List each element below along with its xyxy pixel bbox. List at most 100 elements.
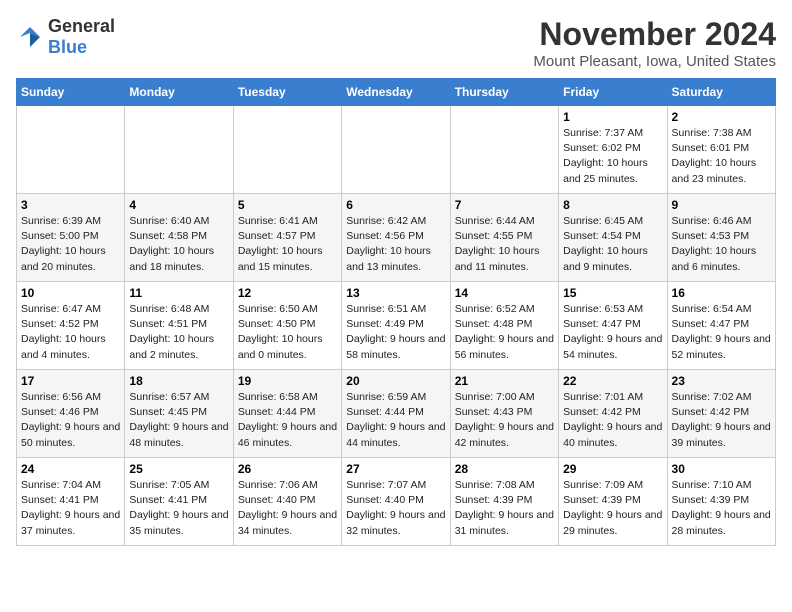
- calendar-cell: 13 Sunrise: 6:51 AM Sunset: 4:49 PM Dayli…: [342, 282, 450, 370]
- logo-text-general: General: [48, 16, 115, 36]
- calendar-cell: 28 Sunrise: 7:08 AM Sunset: 4:39 PM Dayli…: [450, 458, 558, 546]
- weekday-header-monday: Monday: [125, 79, 233, 106]
- calendar-cell: 29 Sunrise: 7:09 AM Sunset: 4:39 PM Dayli…: [559, 458, 667, 546]
- day-info: Sunrise: 7:05 AM Sunset: 4:41 PM Dayligh…: [129, 478, 228, 539]
- week-row-2: 3 Sunrise: 6:39 AM Sunset: 5:00 PM Daylig…: [17, 194, 776, 282]
- day-number: 25: [129, 462, 228, 476]
- day-number: 3: [21, 198, 120, 212]
- calendar-cell: 30 Sunrise: 7:10 AM Sunset: 4:39 PM Dayli…: [667, 458, 775, 546]
- title-area: November 2024 Mount Pleasant, Iowa, Unit…: [533, 16, 776, 70]
- weekday-header-friday: Friday: [559, 79, 667, 106]
- day-info: Sunrise: 7:37 AM Sunset: 6:02 PM Dayligh…: [563, 126, 662, 187]
- logo-text-blue: Blue: [48, 37, 87, 57]
- day-info: Sunrise: 6:39 AM Sunset: 5:00 PM Dayligh…: [21, 214, 120, 275]
- day-info: Sunrise: 6:57 AM Sunset: 4:45 PM Dayligh…: [129, 390, 228, 451]
- calendar-cell: 19Sunrise: 6:58 AM Sunset: 4:44 PM Dayli…: [233, 370, 341, 458]
- day-info: Sunrise: 6:41 AM Sunset: 4:57 PM Dayligh…: [238, 214, 337, 275]
- calendar-cell: 16Sunrise: 6:54 AM Sunset: 4:47 PM Dayli…: [667, 282, 775, 370]
- calendar-cell: 2Sunrise: 7:38 AM Sunset: 6:01 PM Daylig…: [667, 106, 775, 194]
- day-info: Sunrise: 6:51 AM Sunset: 4:49 PM Dayligh…: [346, 302, 445, 363]
- calendar-cell: 23 Sunrise: 7:02 AM Sunset: 4:42 PM Dayli…: [667, 370, 775, 458]
- calendar-cell: 14 Sunrise: 6:52 AM Sunset: 4:48 PM Dayli…: [450, 282, 558, 370]
- day-info: Sunrise: 6:45 AM Sunset: 4:54 PM Dayligh…: [563, 214, 662, 275]
- logo: General Blue: [16, 16, 115, 58]
- week-row-1: 1 Sunrise: 7:37 AM Sunset: 6:02 PM Daylig…: [17, 106, 776, 194]
- calendar-cell: 25 Sunrise: 7:05 AM Sunset: 4:41 PM Dayli…: [125, 458, 233, 546]
- calendar-cell: [17, 106, 125, 194]
- day-number: 7: [455, 198, 554, 212]
- day-number: 30: [672, 462, 771, 476]
- day-number: 27: [346, 462, 445, 476]
- day-number: 13: [346, 286, 445, 300]
- weekday-header-sunday: Sunday: [17, 79, 125, 106]
- calendar-cell: 9 Sunrise: 6:46 AM Sunset: 4:53 PM Daylig…: [667, 194, 775, 282]
- calendar-cell: 7 Sunrise: 6:44 AM Sunset: 4:55 PM Daylig…: [450, 194, 558, 282]
- calendar-cell: 11Sunrise: 6:48 AM Sunset: 4:51 PM Dayli…: [125, 282, 233, 370]
- calendar-table: SundayMondayTuesdayWednesdayThursdayFrid…: [16, 78, 776, 546]
- day-info: Sunrise: 6:44 AM Sunset: 4:55 PM Dayligh…: [455, 214, 554, 275]
- day-info: Sunrise: 6:52 AM Sunset: 4:48 PM Dayligh…: [455, 302, 554, 363]
- calendar-cell: 4 Sunrise: 6:40 AM Sunset: 4:58 PM Daylig…: [125, 194, 233, 282]
- day-number: 28: [455, 462, 554, 476]
- calendar-cell: 22Sunrise: 7:01 AM Sunset: 4:42 PM Dayli…: [559, 370, 667, 458]
- weekday-header-wednesday: Wednesday: [342, 79, 450, 106]
- day-info: Sunrise: 6:54 AM Sunset: 4:47 PM Dayligh…: [672, 302, 771, 363]
- calendar-cell: 10 Sunrise: 6:47 AM Sunset: 4:52 PM Dayli…: [17, 282, 125, 370]
- day-info: Sunrise: 7:09 AM Sunset: 4:39 PM Dayligh…: [563, 478, 662, 539]
- day-info: Sunrise: 7:07 AM Sunset: 4:40 PM Dayligh…: [346, 478, 445, 539]
- day-info: Sunrise: 6:46 AM Sunset: 4:53 PM Dayligh…: [672, 214, 771, 275]
- day-number: 26: [238, 462, 337, 476]
- day-number: 24: [21, 462, 120, 476]
- calendar-cell: 3 Sunrise: 6:39 AM Sunset: 5:00 PM Daylig…: [17, 194, 125, 282]
- calendar-cell: 24Sunrise: 7:04 AM Sunset: 4:41 PM Dayli…: [17, 458, 125, 546]
- day-number: 9: [672, 198, 771, 212]
- calendar-cell: 20Sunrise: 6:59 AM Sunset: 4:44 PM Dayli…: [342, 370, 450, 458]
- day-info: Sunrise: 6:40 AM Sunset: 4:58 PM Dayligh…: [129, 214, 228, 275]
- day-info: Sunrise: 7:00 AM Sunset: 4:43 PM Dayligh…: [455, 390, 554, 451]
- day-number: 22: [563, 374, 662, 388]
- day-info: Sunrise: 6:47 AM Sunset: 4:52 PM Dayligh…: [21, 302, 120, 363]
- day-info: Sunrise: 7:08 AM Sunset: 4:39 PM Dayligh…: [455, 478, 554, 539]
- day-info: Sunrise: 6:53 AM Sunset: 4:47 PM Dayligh…: [563, 302, 662, 363]
- calendar-cell: 15Sunrise: 6:53 AM Sunset: 4:47 PM Dayli…: [559, 282, 667, 370]
- day-info: Sunrise: 6:42 AM Sunset: 4:56 PM Dayligh…: [346, 214, 445, 275]
- calendar-cell: 8Sunrise: 6:45 AM Sunset: 4:54 PM Daylig…: [559, 194, 667, 282]
- day-info: Sunrise: 7:10 AM Sunset: 4:39 PM Dayligh…: [672, 478, 771, 539]
- day-number: 21: [455, 374, 554, 388]
- day-number: 10: [21, 286, 120, 300]
- day-info: Sunrise: 7:02 AM Sunset: 4:42 PM Dayligh…: [672, 390, 771, 451]
- calendar-body: 1 Sunrise: 7:37 AM Sunset: 6:02 PM Daylig…: [17, 106, 776, 546]
- day-number: 23: [672, 374, 771, 388]
- calendar-cell: [233, 106, 341, 194]
- calendar-cell: 12Sunrise: 6:50 AM Sunset: 4:50 PM Dayli…: [233, 282, 341, 370]
- week-row-5: 24Sunrise: 7:04 AM Sunset: 4:41 PM Dayli…: [17, 458, 776, 546]
- day-info: Sunrise: 6:56 AM Sunset: 4:46 PM Dayligh…: [21, 390, 120, 451]
- calendar-cell: [342, 106, 450, 194]
- day-number: 6: [346, 198, 445, 212]
- calendar-cell: [450, 106, 558, 194]
- weekday-header-thursday: Thursday: [450, 79, 558, 106]
- calendar-cell: 6 Sunrise: 6:42 AM Sunset: 4:56 PM Daylig…: [342, 194, 450, 282]
- day-number: 4: [129, 198, 228, 212]
- weekday-header-tuesday: Tuesday: [233, 79, 341, 106]
- weekday-header-row: SundayMondayTuesdayWednesdayThursdayFrid…: [17, 79, 776, 106]
- day-number: 29: [563, 462, 662, 476]
- calendar-cell: 26Sunrise: 7:06 AM Sunset: 4:40 PM Dayli…: [233, 458, 341, 546]
- day-number: 12: [238, 286, 337, 300]
- week-row-4: 17Sunrise: 6:56 AM Sunset: 4:46 PM Dayli…: [17, 370, 776, 458]
- weekday-header-saturday: Saturday: [667, 79, 775, 106]
- calendar-cell: 1 Sunrise: 7:37 AM Sunset: 6:02 PM Daylig…: [559, 106, 667, 194]
- day-info: Sunrise: 6:58 AM Sunset: 4:44 PM Dayligh…: [238, 390, 337, 451]
- week-row-3: 10 Sunrise: 6:47 AM Sunset: 4:52 PM Dayli…: [17, 282, 776, 370]
- day-number: 18: [129, 374, 228, 388]
- location-title: Mount Pleasant, Iowa, United States: [533, 53, 776, 70]
- calendar-cell: 27 Sunrise: 7:07 AM Sunset: 4:40 PM Dayli…: [342, 458, 450, 546]
- day-info: Sunrise: 6:48 AM Sunset: 4:51 PM Dayligh…: [129, 302, 228, 363]
- header: General Blue November 2024 Mount Pleasan…: [16, 16, 776, 70]
- day-number: 20: [346, 374, 445, 388]
- day-number: 14: [455, 286, 554, 300]
- day-number: 2: [672, 110, 771, 124]
- calendar-cell: 17Sunrise: 6:56 AM Sunset: 4:46 PM Dayli…: [17, 370, 125, 458]
- day-number: 1: [563, 110, 662, 124]
- day-number: 5: [238, 198, 337, 212]
